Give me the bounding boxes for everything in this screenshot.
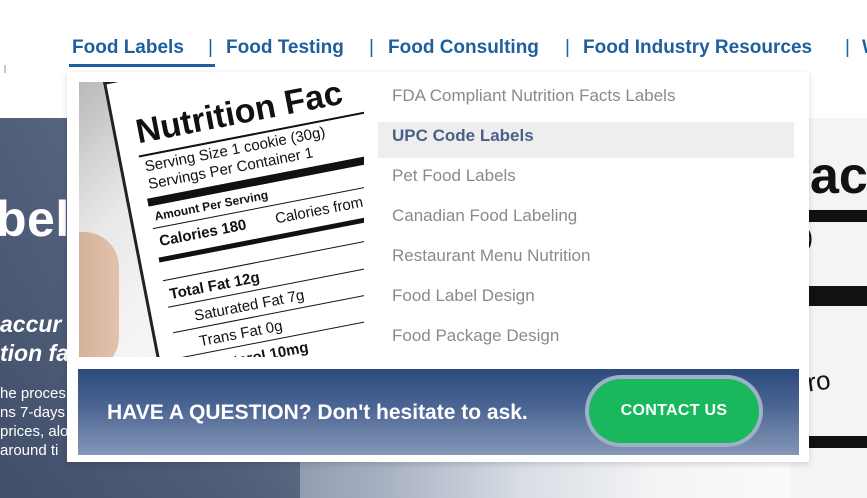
nav-separator: |	[565, 37, 570, 58]
menu-item-restaurant-menu-nutrition[interactable]: Restaurant Menu Nutrition	[378, 242, 794, 278]
hero-body: he proces ns 7-days prices, alo around t…	[0, 384, 68, 460]
menu-item-pet-food-labels[interactable]: Pet Food Labels	[378, 162, 794, 198]
nav-food-labels[interactable]: Food Labels	[72, 37, 184, 59]
menu-item-canadian-food-labeling[interactable]: Canadian Food Labeling	[378, 202, 794, 238]
hero-body-line: ns 7-days	[0, 404, 66, 421]
hero-body-line: around ti	[0, 442, 59, 459]
background-label-text: ac	[810, 147, 867, 205]
menu-item-upc-code-labels[interactable]: UPC Code Labels	[378, 122, 794, 158]
cta-text: HAVE A QUESTION? Don't hesitate to ask.	[107, 401, 528, 424]
nutrition-facts-image: Nutrition Fac Serving Size 1 cookie (30g…	[79, 82, 364, 357]
menu-item-food-package-design[interactable]: Food Package Design	[378, 322, 794, 358]
hero-body-line: prices, alo	[0, 423, 69, 440]
contact-us-button[interactable]: CONTACT US	[585, 375, 763, 447]
menu-item-food-label-design[interactable]: Food Label Design	[378, 282, 794, 318]
hand-thumb	[79, 232, 119, 357]
nav-edge-mark	[4, 65, 6, 73]
nav-separator: |	[369, 37, 374, 58]
dropdown-menu-list: FDA Compliant Nutrition Facts Labels UPC…	[378, 82, 794, 362]
food-labels-dropdown: Nutrition Fac Serving Size 1 cookie (30g…	[67, 72, 809, 462]
nav-separator: |	[208, 37, 213, 58]
hero-subtitle-line1: accur	[0, 311, 62, 337]
hero-body-line: he proces	[0, 385, 66, 402]
question-cta-banner: HAVE A QUESTION? Don't hesitate to ask. …	[78, 369, 799, 455]
hero-subtitle: accur tion fa	[0, 310, 69, 368]
hero-subtitle-line2: tion fa	[0, 340, 69, 366]
nav-item-truncated[interactable]: W	[862, 37, 867, 59]
nutrition-facts-card: Nutrition Fac Serving Size 1 cookie (30g…	[103, 82, 364, 357]
nav-food-industry-resources[interactable]: Food Industry Resources	[583, 37, 812, 59]
menu-item-fda-nutrition-facts[interactable]: FDA Compliant Nutrition Facts Labels	[378, 82, 794, 118]
nav-food-consulting[interactable]: Food Consulting	[388, 37, 539, 59]
nav-separator: |	[845, 37, 850, 58]
contact-us-label: CONTACT US	[589, 379, 759, 443]
main-nav: Food Labels | Food Testing | Food Consul…	[0, 0, 867, 80]
nav-active-underline	[69, 64, 215, 67]
nav-food-testing[interactable]: Food Testing	[226, 37, 344, 59]
